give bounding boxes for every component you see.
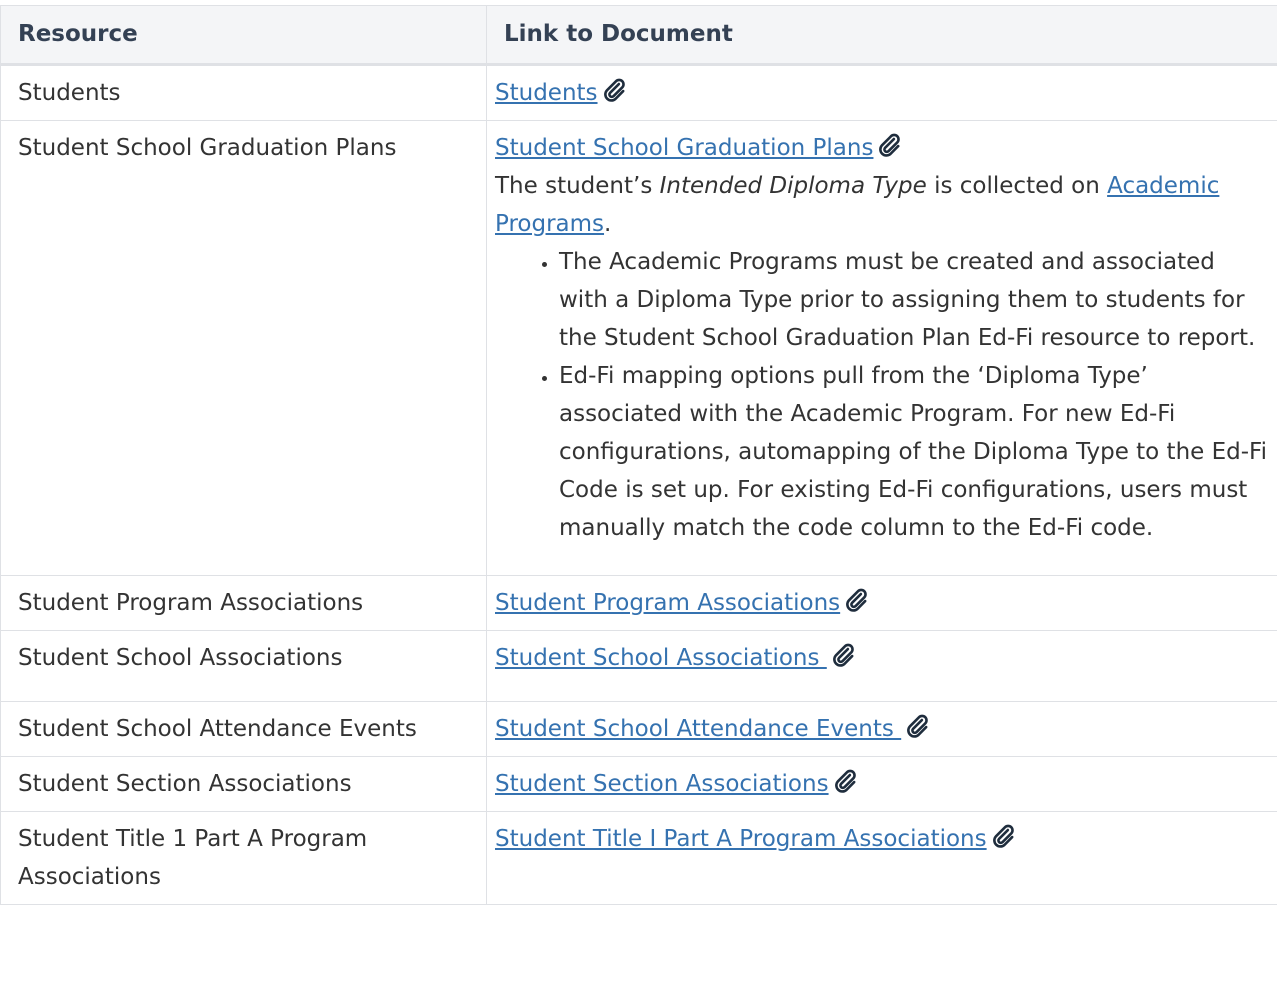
- paperclip-icon[interactable]: [830, 642, 856, 668]
- link-cell: Student School Attendance Events: [487, 702, 1277, 757]
- resource-cell: Students: [1, 65, 487, 121]
- table-row: Student School Graduation Plans Student …: [1, 121, 1277, 576]
- link-cell: Student Program Associations: [487, 576, 1277, 631]
- paperclip-icon[interactable]: [843, 587, 869, 613]
- paperclip-icon[interactable]: [990, 823, 1016, 849]
- document-link-graduation-plans[interactable]: Student School Graduation Plans: [495, 135, 873, 161]
- link-cell: Students: [487, 65, 1277, 121]
- note-italic: Intended Diploma Type: [660, 173, 927, 199]
- document-link-students[interactable]: Students: [495, 80, 598, 106]
- resource-cell: Student School Graduation Plans: [1, 121, 487, 576]
- resource-table: Resource Link to Document Students Stude…: [0, 5, 1277, 905]
- table-row: Students Students: [1, 65, 1277, 121]
- document-link-attendance-events[interactable]: Student School Attendance Events: [495, 716, 901, 742]
- link-cell: Student School Associations: [487, 631, 1277, 702]
- table-header-row: Resource Link to Document: [1, 6, 1277, 65]
- resource-cell: Student Title 1 Part A Program Associati…: [1, 812, 487, 905]
- link-cell: Student School Graduation Plans The stud…: [487, 121, 1277, 576]
- note-text: is collected on: [927, 173, 1107, 199]
- table-row: Student Title 1 Part A Program Associati…: [1, 812, 1277, 905]
- note-bullet-list: The Academic Programs must be created an…: [495, 243, 1267, 547]
- resource-cell: Student Program Associations: [1, 576, 487, 631]
- paperclip-icon[interactable]: [832, 768, 858, 794]
- table-row: Student Program Associations Student Pro…: [1, 576, 1277, 631]
- document-link-school-associations[interactable]: Student School Associations: [495, 645, 827, 671]
- resource-cell: Student School Associations: [1, 631, 487, 702]
- link-cell: Student Section Associations: [487, 757, 1277, 812]
- list-item: Ed-Fi mapping options pull from the ‘Dip…: [559, 357, 1267, 547]
- document-link-program-associations[interactable]: Student Program Associations: [495, 590, 840, 616]
- table-row: Student School Attendance Events Student…: [1, 702, 1277, 757]
- paperclip-icon[interactable]: [904, 713, 930, 739]
- document-link-title-i-associations[interactable]: Student Title I Part A Program Associati…: [495, 826, 987, 852]
- header-resource: Resource: [1, 6, 487, 65]
- note-text: .: [604, 211, 611, 237]
- resource-cell: Student School Attendance Events: [1, 702, 487, 757]
- link-cell: Student Title I Part A Program Associati…: [487, 812, 1277, 905]
- header-link-to-document: Link to Document: [487, 6, 1277, 65]
- resource-cell: Student Section Associations: [1, 757, 487, 812]
- table-row: Student Section Associations Student Sec…: [1, 757, 1277, 812]
- note-text: The student’s: [495, 173, 660, 199]
- table-row: Student School Associations Student Scho…: [1, 631, 1277, 702]
- document-link-section-associations[interactable]: Student Section Associations: [495, 771, 829, 797]
- list-item: The Academic Programs must be created an…: [559, 243, 1267, 357]
- diploma-note: The student’s Intended Diploma Type is c…: [495, 167, 1267, 243]
- paperclip-icon[interactable]: [601, 77, 627, 103]
- paperclip-icon[interactable]: [876, 132, 902, 158]
